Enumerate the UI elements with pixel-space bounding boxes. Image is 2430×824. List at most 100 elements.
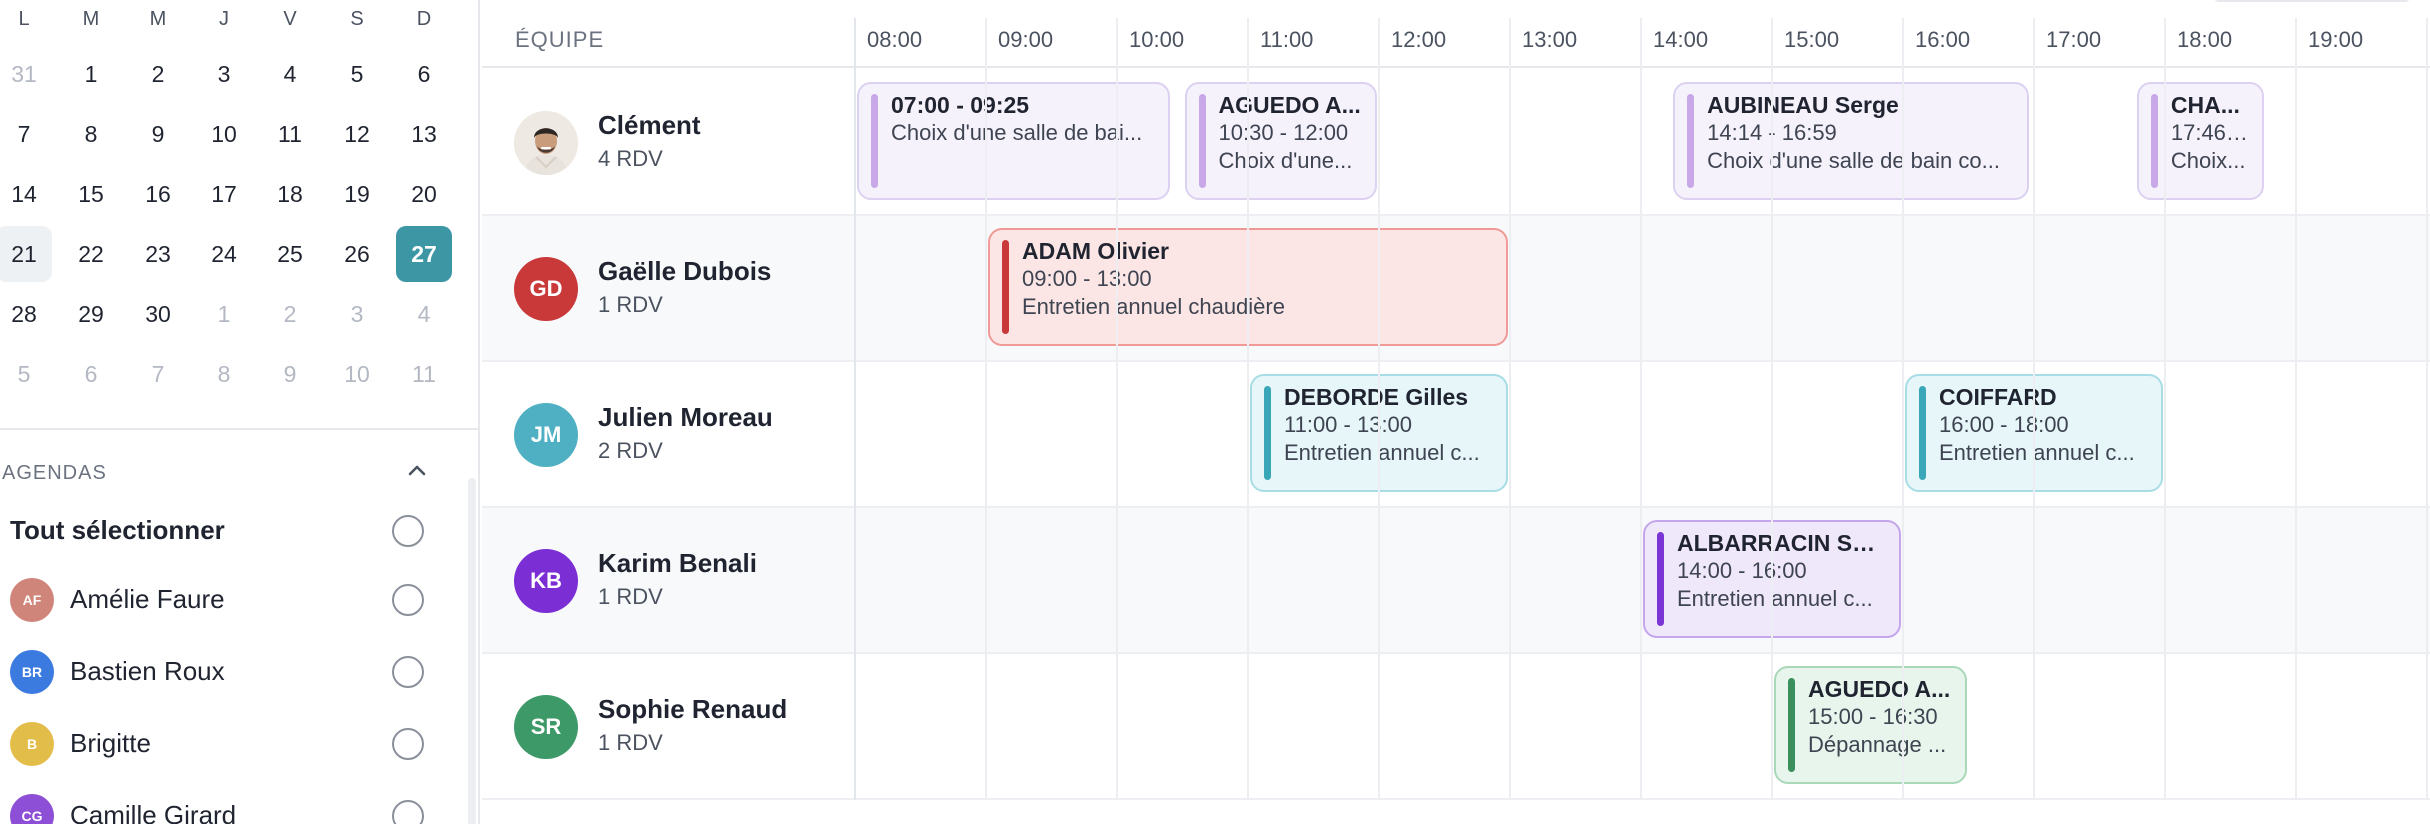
appointment-title: AUBINEAU Serge (1707, 92, 1899, 118)
appointment-title: AGUEDO A... (1808, 676, 1951, 702)
hour-label: 13:00 (1522, 27, 1578, 52)
calendar-day[interactable]: 7 (130, 346, 186, 402)
agendas-section-title: AGENDAS (2, 462, 107, 484)
calendar-day[interactable]: 14 (0, 166, 52, 222)
agenda-radio[interactable] (392, 800, 424, 824)
calendar-day[interactable]: 11 (262, 106, 318, 162)
calendar-day[interactable]: 3 (329, 286, 385, 342)
weekday-label: L (18, 8, 30, 30)
calendar-day[interactable]: 3 (196, 46, 252, 102)
calendar-day[interactable]: 12 (329, 106, 385, 162)
appointment-detail: 16:00 - 18:00 (1939, 412, 2069, 437)
appointment-color-bar (1687, 94, 1695, 188)
hour-gridline (1247, 18, 1249, 800)
calendar-day[interactable]: 1 (63, 46, 119, 102)
calendar-day[interactable]: 10 (196, 106, 252, 162)
calendar-day[interactable]: 5 (0, 346, 52, 402)
agenda-item[interactable]: B Brigitte (0, 716, 460, 772)
appointment-card[interactable]: AGUEDO A... 15:00 - 16:30 Dépannage ... (1774, 666, 1967, 784)
calendar-day[interactable]: 9 (262, 346, 318, 402)
appointment-title: ADAM Olivier (1022, 238, 1169, 264)
team-member-row: JM Julien Moreau 2 RDV DEBORDE Gilles 11:00 … (482, 362, 2430, 508)
agenda-item[interactable]: AF Amélie Faure (0, 572, 460, 628)
member-appointment-count: 1 RDV (598, 292, 663, 317)
calendar-day[interactable]: 29 (63, 286, 119, 342)
agendas-scrollbar[interactable] (468, 478, 476, 824)
toolbar-pill[interactable] (2212, 0, 2412, 2)
agenda-radio[interactable] (392, 584, 424, 616)
hour-gridline (2164, 18, 2166, 800)
calendar-day[interactable]: 6 (63, 346, 119, 402)
calendar-day[interactable]: 13 (396, 106, 452, 162)
calendar-day[interactable]: 15 (63, 166, 119, 222)
team-member-row: Clément 4 RDV 07:00 - 09:25 Choix d'une sal… (482, 70, 2430, 216)
calendar-day[interactable]: 4 (396, 286, 452, 342)
calendar-day[interactable]: 9 (130, 106, 186, 162)
agenda-item[interactable]: BR Bastien Roux (0, 644, 460, 700)
calendar-day[interactable]: 16 (130, 166, 186, 222)
calendar-day[interactable]: 26 (329, 226, 385, 282)
calendar-day[interactable]: 23 (130, 226, 186, 282)
appointment-card[interactable]: CHA... 17:46 ... Choix... (2136, 82, 2264, 200)
calendar-day[interactable]: 8 (196, 346, 252, 402)
calendar-day[interactable]: 7 (0, 106, 52, 162)
calendar-day[interactable]: 17 (196, 166, 252, 222)
appointment-color-bar (1198, 94, 1206, 188)
calendar-day[interactable]: 6 (396, 46, 452, 102)
calendar-day[interactable]: 25 (262, 226, 318, 282)
calendar-day[interactable]: 21 (0, 226, 52, 282)
calendar-day[interactable]: 20 (396, 166, 452, 222)
appointment-card[interactable]: AGUEDO A... 10:30 - 12:00 Choix d'une... (1184, 82, 1377, 200)
calendar-day[interactable]: 2 (262, 286, 318, 342)
calendar-day[interactable]: 24 (196, 226, 252, 282)
select-all-radio[interactable] (392, 515, 424, 547)
agenda-item[interactable]: CG Camille Girard (0, 788, 460, 824)
member-name: Julien Moreau (598, 402, 773, 432)
calendar-day[interactable]: 30 (130, 286, 186, 342)
calendar-day[interactable]: 11 (396, 346, 452, 402)
appointment-detail: 15:00 - 16:30 (1808, 704, 1938, 729)
hour-gridline (985, 18, 987, 800)
agenda-radio[interactable] (392, 656, 424, 688)
calendar-day[interactable]: 4 (262, 46, 318, 102)
appointment-card[interactable]: AUBINEAU Serge14:14 - 16:59 Choix d'une s… (1673, 82, 2030, 200)
hour-gridline (1509, 18, 1511, 800)
calendar-day[interactable]: 10 (329, 346, 385, 402)
appointment-color-bar (1264, 386, 1271, 480)
calendar-day[interactable]: 1 (196, 286, 252, 342)
calendar-day[interactable]: 31 (0, 46, 52, 102)
weekday-label: M (149, 8, 167, 30)
hour-label: 08:00 (867, 27, 923, 52)
chevron-up-icon[interactable] (402, 455, 432, 485)
member-appointment-count: 2 RDV (598, 438, 663, 463)
hour-label: 14:00 (1653, 27, 1709, 52)
select-all-row[interactable]: Tout sélectionner (0, 503, 460, 559)
avatar: B (10, 722, 54, 766)
avatar: CG (10, 794, 54, 824)
calendar-day[interactable]: 28 (0, 286, 52, 342)
calendar-day[interactable]: 19 (329, 166, 385, 222)
hour-label: 10:00 (1129, 27, 1185, 52)
calendar-day[interactable]: 5 (329, 46, 385, 102)
calendar-week-row: 21 22 23 24 25 26 27 (0, 226, 470, 286)
member-name: Clément (598, 110, 701, 140)
hour-gridline (1116, 18, 1118, 800)
calendar-day[interactable]: 2 (130, 46, 186, 102)
hour-gridline (2295, 18, 2297, 800)
calendar-day[interactable]: 22 (63, 226, 119, 282)
avatar: AF (10, 578, 54, 622)
appointment-card[interactable]: 07:00 - 09:25 Choix d'une salle de bai... (857, 82, 1171, 200)
app-root: LMMJVSD 31 1 2 3 4 5 6 7 8 9 10 11 12 13 14 15 16 17 18 19 2… (0, 0, 2430, 824)
weekday-label: V (283, 8, 297, 30)
calendar-day[interactable]: 8 (63, 106, 119, 162)
calendar-day-selected[interactable]: 27 (396, 226, 452, 282)
weekday-label: S (350, 8, 364, 30)
appointment-description: Choix d'une salle de bain co... (1707, 148, 2000, 173)
hour-label: 12:00 (1391, 27, 1447, 52)
avatar: JM (514, 403, 578, 467)
select-all-label: Tout sélectionner (10, 515, 225, 545)
appointment-description: Choix... (2170, 148, 2246, 173)
agenda-radio[interactable] (392, 728, 424, 760)
weekday-label: D (416, 8, 432, 30)
calendar-day[interactable]: 18 (262, 166, 318, 222)
